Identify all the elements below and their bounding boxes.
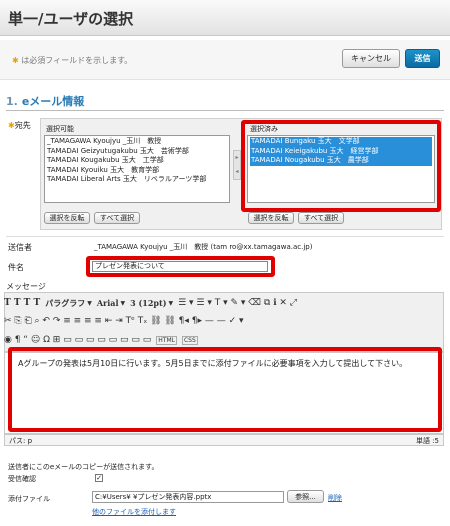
receipt-label: 受信確認 [8,475,36,483]
sender-label: 送信者 [8,243,32,252]
text-style-icons[interactable]: T T T T [4,298,40,308]
list-item[interactable]: TAMADAI Bungaku 玉大 文学部 [250,137,432,147]
receipt-checkbox[interactable]: ✓ [95,474,103,482]
toolbar-icons-1[interactable]: ☰ ▾ ☰ ▾ T ▾ ✎ ▾ ⌫ ⧉ ℹ ✕ ⤢ [178,298,297,308]
move-arrows[interactable]: ▸ ◂ [233,150,241,180]
toolbar-row-2: ✂ ⎘ ⎗ ⌕ ↶ ↷ ≡ ≡ ≡ ≡ ⇤ ⇥ Tᵉ Tₓ ⛓ ⛓ ¶◂ ¶▸ … [4,313,244,329]
editor-statusbar: パス: p 単語 :5 [4,434,444,446]
selected-list-label: 選択済み [250,125,278,133]
word-count: 単語 :5 [415,437,439,445]
font-select[interactable]: Arial ▼ [97,298,125,308]
chevron-down-icon: ▼ [120,299,126,307]
selected-recipients-list[interactable]: TAMADAI Bungaku 玉大 文学部 TAMADAI Keieigaku… [247,135,435,203]
sender-value: _TAMAGAWA Kyoujyu _玉川 教授 (tam ro@xx.tama… [94,243,313,251]
list-item[interactable]: _TAMAGAWA Kyoujyu _玉川 教授 [47,137,227,147]
required-star-icon: ✱ [8,121,15,130]
required-star-icon: ✱ [12,56,19,65]
required-note: ✱ は必須フィールドを示します。 [12,55,132,66]
move-left-icon[interactable]: ◂ [234,165,240,179]
required-note-text: は必須フィールドを示します。 [21,56,133,65]
section-divider [6,110,444,111]
section-heading: 1. eメール情報 [6,93,84,109]
selected-invert-button[interactable]: 選択を反転 [248,212,294,224]
subject-label: 件名 [8,263,24,272]
available-recipients-list[interactable]: _TAMAGAWA Kyoujyu _玉川 教授 TAMADAI Geizyut… [44,135,230,203]
cancel-button[interactable]: キャンセル [342,49,400,68]
page-title: 単一/ユーザの選択 [8,10,134,28]
size-select[interactable]: 3 (12pt) ▼ [130,298,173,308]
list-item[interactable]: TAMADAI Geizyutugakubu 玉大 芸術学部 [47,147,227,157]
divider [6,236,444,237]
attachment-label: 添付ファイル [8,495,50,503]
html-button[interactable]: HTML [156,335,177,345]
chevron-down-icon: ▼ [87,299,92,307]
page-title-bar: 単一/ユーザの選択 [0,0,450,36]
path-indicator: パス: p [9,437,33,445]
toolbar-icons-3[interactable]: ◉ ¶ “ ☺ Ω ⊞ ▭ ▭ ▭ ▭ ▭ ▭ ▭ ▭ [4,335,151,345]
list-item[interactable]: TAMADAI Kougakubu 玉大 工学部 [47,156,227,166]
attachment-path-input[interactable]: C:¥Users¥ ¥プレゼン発表内容.pptx [92,491,284,503]
subject-input[interactable]: プレゼン発表について [92,261,268,272]
format-select[interactable]: パラグラフ ▼ [45,298,92,309]
list-item[interactable]: TAMADAI Kyouiku 玉大 教育学部 [47,166,227,176]
copy-note: 送信者にこのeメールのコピーが送信されます。 [8,463,159,471]
toolbar-icons-2[interactable]: ✂ ⎘ ⎗ ⌕ ↶ ↷ ≡ ≡ ≡ ≡ ⇤ ⇥ Tᵉ Tₓ ⛓ ⛓ ¶◂ ¶▸ … [4,316,244,326]
chevron-down-icon: ▼ [168,299,174,307]
message-label: メッセージ [6,282,46,291]
message-body[interactable]: Aグループの発表は5月10日に行います。5月5日までに添付ファイルに必要事項を入… [18,358,438,369]
remove-link[interactable]: 削除 [328,493,342,503]
toolbar-row-1: T T T T パラグラフ ▼ Arial ▼ 3 (12pt) ▼ ☰ ▾ ☰ ▾ … [4,295,297,311]
section-title: eメール情報 [21,95,85,108]
css-button[interactable]: CSS [181,335,198,345]
available-list-label: 選択可能 [46,125,74,133]
submit-button[interactable]: 送信 [405,49,440,68]
add-attachment-link[interactable]: 他のファイルを添付します [92,507,176,517]
move-right-icon[interactable]: ▸ [234,151,240,165]
available-select-all-button[interactable]: すべて選択 [94,212,140,224]
available-invert-button[interactable]: 選択を反転 [44,212,90,224]
toolbar-row-3: ◉ ¶ “ ☺ Ω ⊞ ▭ ▭ ▭ ▭ ▭ ▭ ▭ ▭ HTML CSS [4,332,198,348]
selected-select-all-button[interactable]: すべて選択 [298,212,344,224]
list-item[interactable]: TAMADAI Liberal Arts 玉大 リベラルアーツ学部 [47,175,227,185]
section-number: 1. [6,95,18,108]
list-item[interactable]: TAMADAI Keieigakubu 玉大 経営学部 [250,146,432,156]
list-item[interactable]: TAMADAI Nougakubu 玉大 農学部 [250,156,432,166]
browse-button[interactable]: 参照... [287,490,324,503]
recipients-label: ✱宛先 [8,121,31,130]
